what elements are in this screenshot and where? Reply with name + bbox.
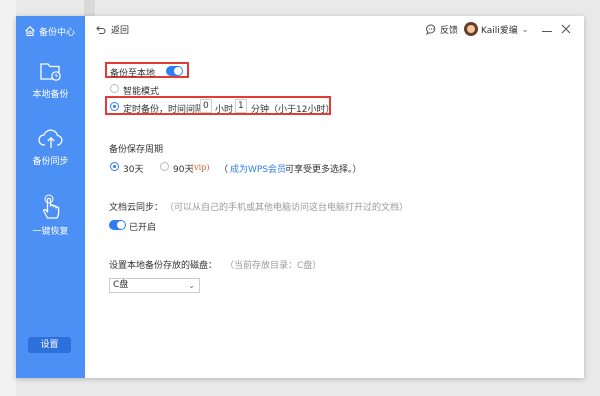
back-label: 返回	[111, 26, 130, 36]
feedback-button[interactable]: 反馈	[426, 23, 458, 36]
folder-clock-icon	[39, 63, 61, 81]
sidebar-item-backup-sync[interactable]: 备份同步	[16, 128, 85, 167]
retention-more-text: 可享受更多选择。）	[285, 165, 362, 175]
cloud-sync-status: 已开启	[129, 223, 157, 233]
main-panel: 返回 反馈 Kaili爱编 ⌄ 备份至本地 智能模式 定时备份，时间间隔 0 小…	[85, 16, 584, 378]
sidebar-item-label: 本地备份	[32, 90, 69, 100]
sidebar-item-local-backup[interactable]: 本地备份	[16, 61, 85, 100]
hours-input[interactable]: 0	[200, 99, 212, 113]
retention-30-radio[interactable]	[110, 162, 119, 171]
smart-mode-radio[interactable]	[110, 84, 119, 93]
cloud-upload-icon	[37, 129, 63, 148]
local-backup-label: 备份至本地	[110, 69, 156, 79]
topbar: 返回 反馈 Kaili爱编 ⌄	[85, 16, 584, 44]
minutes-input[interactable]: 1	[235, 99, 247, 113]
avatar	[464, 22, 478, 36]
timed-backup-label: 定时备份，时间间隔	[123, 105, 205, 115]
sidebar-item-restore[interactable]: 一键恢复	[16, 194, 85, 237]
retention-paren: （	[219, 165, 229, 175]
retention-90-radio[interactable]	[160, 162, 169, 171]
back-arrow-icon	[96, 25, 106, 34]
chevron-down-icon: ⌄	[188, 281, 195, 290]
sidebar-item-label: 一键恢复	[32, 227, 69, 237]
cloud-sync-title: 文档云同步：	[109, 203, 164, 213]
sidebar: 备份中心 本地备份 备份同步 一键恢复 设置	[16, 16, 85, 378]
disk-title: 设置本地备份存放的磁盘：	[109, 261, 218, 271]
cloud-sync-toggle[interactable]	[109, 220, 126, 230]
sidebar-title: 备份中心	[39, 27, 76, 38]
disk-hint: （当前存放目录：C盘）	[225, 261, 322, 271]
backup-center-window: 备份中心 本地备份 备份同步 一键恢复 设置 返回 反馈 Kaili爱编 ⌄ 备…	[16, 16, 584, 378]
become-member-link[interactable]: 成为WPS会员	[230, 162, 286, 175]
disk-select-value: C盘	[113, 280, 129, 290]
back-button[interactable]: 返回	[96, 23, 129, 36]
sidebar-item-label: 备份同步	[32, 157, 69, 167]
chat-bubble-icon	[426, 24, 436, 35]
hours-unit: 小时	[215, 105, 234, 115]
chevron-down-icon: ⌄	[521, 24, 529, 34]
disk-select[interactable]: C盘 ⌄	[109, 278, 200, 293]
user-menu[interactable]: Kaili爱编 ⌄	[464, 22, 528, 36]
minimize-icon[interactable]	[541, 23, 553, 35]
vip-tag: (vip)	[191, 163, 210, 172]
minutes-unit: 分钟（小于12小时）	[251, 105, 335, 115]
user-name: Kaili爱编	[481, 25, 518, 36]
feedback-label: 反馈	[440, 26, 459, 36]
timed-backup-radio[interactable]	[110, 102, 119, 111]
cloud-sync-hint: （可以从自己的手机或其他电脑访问这台电脑打开过的文档）	[165, 203, 409, 213]
local-backup-toggle[interactable]	[166, 66, 183, 76]
home-icon	[25, 26, 35, 37]
background-left	[0, 0, 16, 396]
retention-title: 备份保存周期	[109, 145, 164, 155]
hand-pointer-icon	[42, 194, 59, 219]
sidebar-brand: 备份中心	[24, 23, 75, 39]
close-icon[interactable]	[560, 23, 572, 35]
retention-30-label: 30天	[123, 165, 144, 175]
settings-button[interactable]: 设置	[28, 337, 71, 353]
